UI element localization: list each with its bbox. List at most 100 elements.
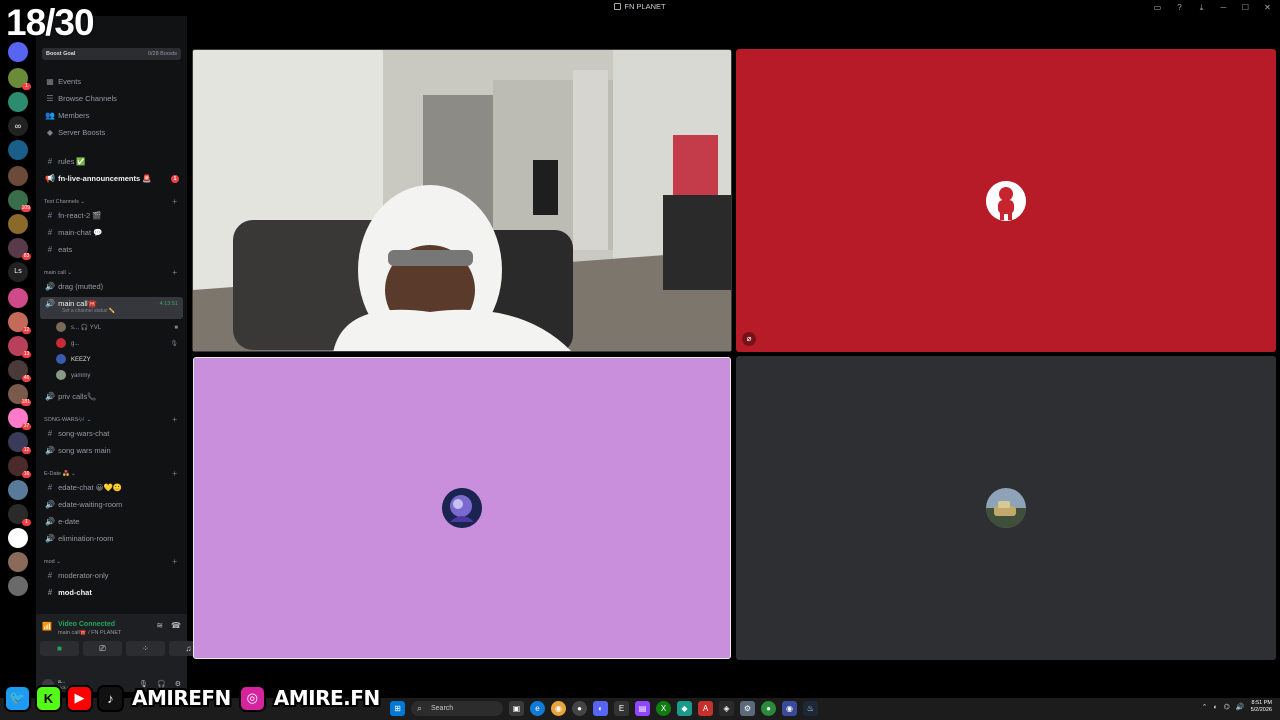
add-channel-icon[interactable]: +	[172, 469, 177, 479]
channel-fn-live-announcements[interactable]: 📢 fn-live-announcements 🚨 1	[40, 172, 183, 186]
server-icon-13[interactable]: 13	[8, 336, 31, 358]
server-icon-9[interactable]: 83	[8, 238, 31, 260]
server-icon-1[interactable]	[8, 42, 28, 62]
server-icon-4[interactable]: ∞	[8, 116, 28, 136]
voice-user-4[interactable]: yammy	[56, 369, 184, 384]
server-icon-23[interactable]	[8, 576, 28, 596]
voice-channel-edate-waiting-room[interactable]: 🔊 edate-waiting-room	[40, 498, 183, 512]
server-icon-5[interactable]	[8, 140, 28, 160]
close-button[interactable]: ✕	[1261, 2, 1274, 13]
server-icon-3[interactable]	[8, 92, 28, 112]
video-tile-gray[interactable]	[736, 356, 1276, 660]
channel-eats[interactable]: # eats	[40, 243, 183, 257]
steam-icon[interactable]: ♨	[803, 701, 818, 716]
obs-icon[interactable]: ●	[572, 701, 587, 716]
clock[interactable]: 8:51 PM 5/2/2026	[1251, 700, 1272, 714]
discord-icon[interactable]: ◐	[593, 701, 608, 716]
add-channel-icon[interactable]: +	[172, 197, 177, 207]
voice-channel-priv-calls[interactable]: 🔊 priv calls📞	[40, 390, 183, 404]
taskbar-search[interactable]: Search	[411, 701, 503, 716]
channel-edate-chat[interactable]: # edate-chat 😀💛🙂	[40, 481, 183, 495]
task-view-icon[interactable]: ▣	[509, 701, 524, 716]
boost-goal-bar[interactable]: Boost Goal 0/28 Boosts	[42, 48, 181, 60]
category-main-call[interactable]: main call ⌄ +	[44, 268, 183, 278]
volume-icon[interactable]: 🔊	[1236, 703, 1245, 711]
voice-channel-e-date[interactable]: 🔊 e-date	[40, 515, 183, 529]
server-icon-16[interactable]: 37	[8, 408, 31, 430]
app-icon-red[interactable]: A	[698, 701, 713, 716]
settings-icon[interactable]: ⚙	[740, 701, 755, 716]
channel-status-hint[interactable]: Set a channel status ✏️	[62, 308, 115, 314]
signal-icon[interactable]: 📶	[42, 622, 52, 632]
start-button[interactable]: ⊞	[390, 701, 405, 716]
category-text-channels[interactable]: Text Channels ⌄ +	[44, 197, 183, 207]
nav-events[interactable]: ▦ Events	[40, 75, 183, 89]
server-icon-20[interactable]: 1	[8, 504, 31, 526]
category-song-wars[interactable]: SONG-WARS🎶 ⌄ +	[44, 415, 183, 425]
download-icon[interactable]: ⤓	[1195, 2, 1208, 13]
channel-moderator-only[interactable]: # moderator-only	[40, 569, 183, 583]
server-icon-19[interactable]	[8, 480, 28, 500]
server-icon-18[interactable]: 16	[8, 456, 31, 478]
server-icon-6[interactable]	[8, 166, 28, 186]
help-icon[interactable]: ?	[1173, 2, 1186, 13]
maximize-button[interactable]: ☐	[1239, 2, 1252, 13]
nav-server-boosts[interactable]: ◆ Server Boosts	[40, 126, 183, 140]
epic-games-icon[interactable]: E	[614, 701, 629, 716]
server-icon-17[interactable]: 12	[8, 432, 31, 454]
minimize-button[interactable]: ─	[1217, 2, 1230, 13]
video-tile-red[interactable]: ⌀	[736, 49, 1276, 352]
app-icon-blue[interactable]: ◉	[782, 701, 797, 716]
server-icon-12[interactable]: 12	[8, 312, 31, 334]
voice-location[interactable]: main call☎️ / FN PLANET	[58, 630, 121, 636]
server-icon-22[interactable]	[8, 552, 28, 572]
server-icon-7[interactable]: 109	[8, 190, 31, 212]
server-icon-10[interactable]: Ls	[8, 262, 28, 282]
server-icon-21[interactable]	[8, 528, 28, 548]
server-icon-11[interactable]	[8, 288, 28, 308]
channel-fn-react-2[interactable]: # fn-react-2 🎬	[40, 209, 183, 223]
channel-rules[interactable]: # rules ✅	[40, 155, 183, 169]
app-icon-dark[interactable]: ◈	[719, 701, 734, 716]
network-icon[interactable]: ⌬	[1224, 703, 1230, 711]
screen-share-icon[interactable]: ▭	[1151, 2, 1164, 13]
server-icon-14[interactable]: 46	[8, 360, 31, 382]
category-e-date[interactable]: E-Date 💑 ⌄ +	[44, 469, 183, 479]
channel-song-wars-chat[interactable]: # song-wars-chat	[40, 427, 183, 441]
camera-button[interactable]: ■	[40, 641, 79, 656]
xbox-icon[interactable]: X	[656, 701, 671, 716]
voice-status[interactable]: Video Connected	[58, 621, 115, 628]
tray-app-icon[interactable]: ◐	[1214, 704, 1218, 711]
noise-suppression-icon[interactable]: ≋	[156, 621, 163, 630]
add-channel-icon[interactable]: +	[172, 268, 177, 278]
voice-channel-song-wars-main[interactable]: 🔊 song wars main	[40, 444, 183, 458]
add-channel-icon[interactable]: +	[172, 415, 177, 425]
twitch-icon[interactable]: ▤	[635, 701, 650, 716]
server-icon-15[interactable]: 181	[8, 384, 31, 406]
server-icon-8[interactable]	[8, 214, 28, 234]
activities-button[interactable]: ⁘	[126, 641, 165, 656]
chevron-up-icon[interactable]: ⌃	[1202, 703, 1208, 711]
voice-channel-drag[interactable]: 🔊 drag (mutted)	[40, 280, 183, 294]
app-icon-green[interactable]: ●	[761, 701, 776, 716]
server-icon-2[interactable]: 1	[8, 68, 31, 90]
video-tile-webcam[interactable]	[192, 49, 732, 352]
chrome-icon[interactable]: ◉	[551, 701, 566, 716]
channel-mod-chat[interactable]: # mod-chat	[40, 586, 183, 600]
screen-share-button[interactable]: ⎚	[83, 641, 122, 656]
category-mod[interactable]: mod ⌄ +	[44, 557, 183, 567]
channel-sidebar: Boost Goal 0/28 Boosts ▦ Events ☰ Browse…	[36, 16, 208, 692]
edge-icon[interactable]: e	[530, 701, 545, 716]
add-channel-icon[interactable]: +	[172, 557, 177, 567]
voice-channel-main-call[interactable]: 🔊 main call☎️ 4:13:51 Set a channel stat…	[40, 297, 183, 319]
channel-main-chat[interactable]: # main-chat 💬	[40, 226, 183, 240]
app-icon-teal[interactable]: ◆	[677, 701, 692, 716]
voice-user-3[interactable]: KEEZY	[56, 353, 184, 368]
disconnect-icon[interactable]: ☎	[171, 621, 181, 630]
nav-browse-channels[interactable]: ☰ Browse Channels	[40, 92, 183, 106]
voice-user-1[interactable]: s... 🎧 YVL ■	[56, 321, 184, 336]
voice-channel-elimination-room[interactable]: 🔊 elimination-room	[40, 532, 183, 546]
nav-members[interactable]: 👥 Members	[40, 109, 183, 123]
video-tile-purple[interactable]	[193, 357, 731, 659]
voice-user-2[interactable]: g... 🎙	[56, 337, 184, 352]
